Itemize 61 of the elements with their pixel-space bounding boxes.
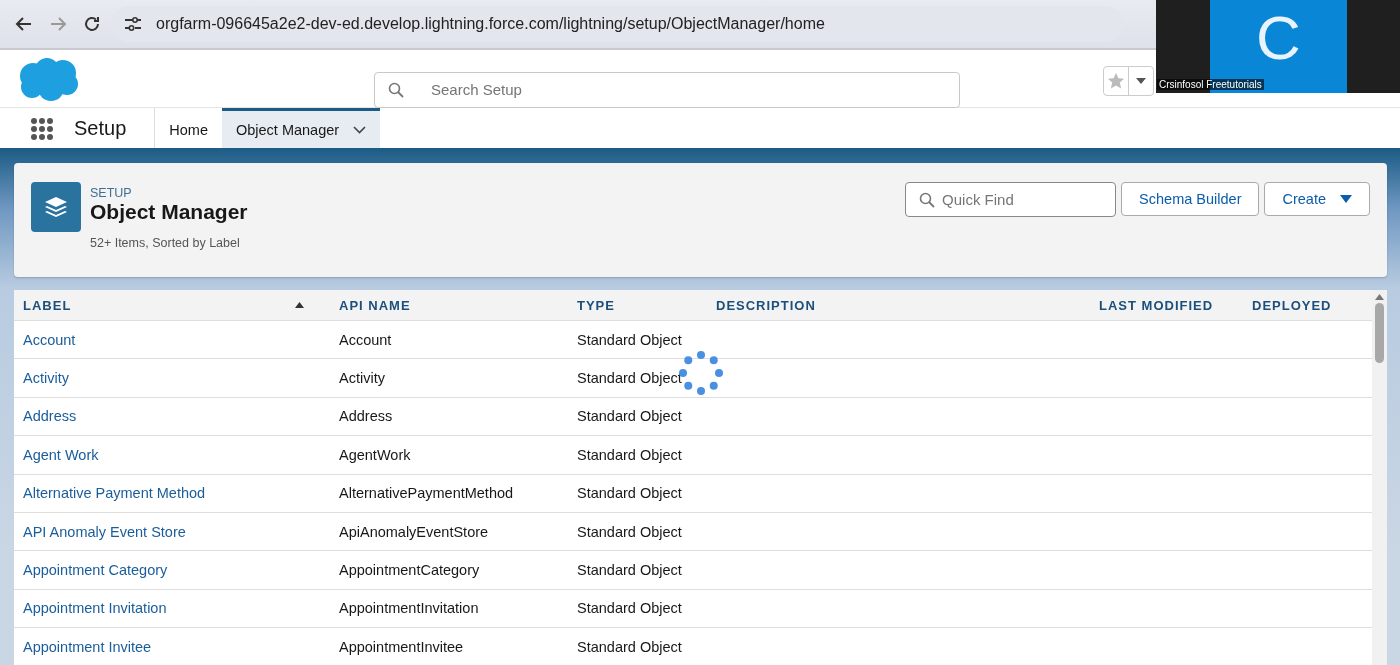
search-icon (919, 192, 936, 208)
api-name-cell-text: Address (338, 408, 394, 425)
column-header[interactable]: DEPLOYED (1243, 297, 1372, 313)
nav-tab[interactable]: Object Manager (221, 108, 381, 149)
object-link[interactable]: Agent Work (14, 446, 330, 463)
scrollbar-thumb[interactable] (1375, 303, 1384, 363)
type-cell-text: Standard Object (576, 562, 683, 579)
star-icon (1107, 72, 1125, 90)
caret-icon (1136, 78, 1146, 84)
header-button[interactable]: Schema Builder (1121, 182, 1260, 216)
api-name-cell-text: Activity (338, 370, 386, 387)
type-cell-text: Standard Object (576, 331, 683, 348)
api-name-cell-text: AppointmentInvitation (338, 600, 480, 617)
object-link[interactable]: Appointment Invitee (14, 638, 330, 655)
api-name-cell-text: AppointmentCategory (338, 562, 481, 579)
type-cell-text: Standard Object (576, 600, 683, 617)
object-link[interactable]: Account (14, 331, 330, 348)
api-name-cell-text: AlternativePaymentMethod (338, 485, 515, 502)
api-name-cell-text: AgentWork (338, 446, 412, 463)
object-link[interactable]: Address (14, 408, 330, 425)
type-cell-text: Standard Object (576, 523, 683, 540)
type-cell-text: Standard Object (576, 638, 683, 655)
scrollbar[interactable] (1372, 290, 1387, 665)
search-icon (388, 81, 404, 98)
type-cell-text: Standard Object (576, 370, 683, 387)
app-launcher-icon[interactable] (30, 116, 54, 141)
column-header[interactable]: TYPE (568, 297, 707, 313)
object-link[interactable]: Activity (14, 370, 330, 387)
arrow-right-icon (49, 15, 67, 33)
sort-arrow-icon (295, 302, 304, 308)
arrow-left-icon (15, 15, 33, 33)
object-link[interactable]: Appointment Category (14, 562, 330, 579)
caret-icon (1340, 195, 1352, 203)
api-name-cell-text: AppointmentInvitee (338, 638, 465, 655)
reload-icon (83, 15, 101, 33)
search-field[interactable]: Search Setup (374, 71, 960, 108)
app-name: Setup (74, 117, 127, 140)
api-name-cell-text: ApiAnomalyEventStore (338, 523, 490, 540)
column-header[interactable]: DESCRIPTION (707, 297, 1090, 313)
chevron-icon (353, 126, 367, 134)
type-cell-text: Standard Object (576, 485, 683, 502)
page-eyebrow: SETUP (90, 186, 133, 200)
object-link[interactable]: Alternative Payment Method (14, 485, 330, 502)
site-settings-icon[interactable] (124, 16, 142, 32)
participant-name: Crsinfosol Freetutorials (1157, 79, 1264, 90)
cloud-logo[interactable] (17, 56, 81, 102)
scroll-up-icon[interactable] (1375, 294, 1384, 300)
type-cell-text: Standard Object (576, 446, 683, 463)
column-header[interactable]: API NAME (330, 297, 568, 313)
page-subtitle: 52+ Items, Sorted by Label (90, 236, 241, 250)
nav-tab[interactable]: Home (155, 108, 222, 149)
quick-find-field[interactable]: Quick Find (905, 182, 1117, 217)
column-header[interactable]: LAST MODIFIED (1090, 297, 1243, 313)
object-link[interactable]: Appointment Invitation (14, 600, 330, 617)
api-name-cell-text: Account (338, 331, 393, 348)
object-link[interactable]: API Anomaly Event Store (14, 523, 330, 540)
type-cell-text: Standard Object (576, 408, 683, 425)
page-title: Object Manager (90, 200, 249, 224)
column-header[interactable]: LABEL (14, 297, 330, 313)
header-button[interactable]: Create (1264, 182, 1370, 216)
layers-icon (31, 182, 81, 232)
